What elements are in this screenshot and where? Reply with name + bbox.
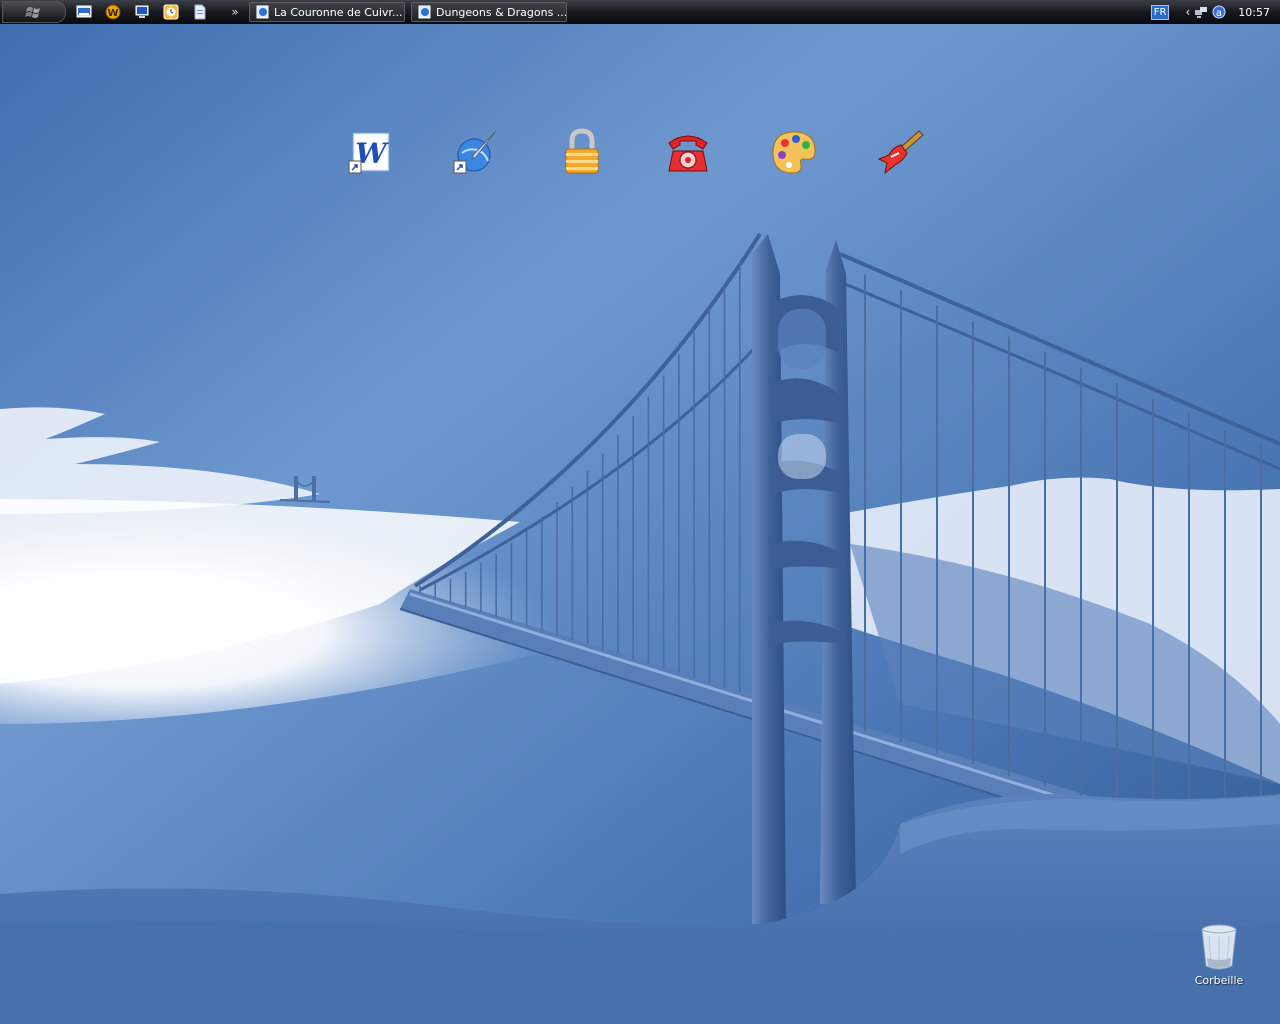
- desktop-shortcut-word[interactable]: W: [342, 124, 398, 180]
- svg-text:W: W: [107, 8, 118, 19]
- desktop-icon-padlock[interactable]: [554, 124, 610, 180]
- padlock-icon: [565, 128, 599, 174]
- start-button[interactable]: [2, 1, 66, 23]
- taskbar-button-dungeons-dragons[interactable]: Dungeons & Dragons ...: [411, 2, 567, 22]
- taskbar-clock[interactable]: 10:57: [1238, 6, 1270, 19]
- desktop-icon-recycle-bin[interactable]: Corbeille: [1190, 922, 1248, 987]
- quick-launch-my-computer[interactable]: [131, 1, 153, 23]
- word-shortcut-icon: W: [348, 132, 390, 174]
- recycle-bin-label: Corbeille: [1194, 974, 1244, 987]
- desktop-icon-palette[interactable]: [766, 124, 822, 180]
- quick-launch-more-chevron[interactable]: »: [227, 5, 243, 19]
- recycle-bin-icon: [1201, 924, 1237, 970]
- red-telephone-icon: [668, 135, 708, 172]
- tray-expand-chevron[interactable]: ‹: [1185, 5, 1190, 19]
- clock-app-icon: [163, 4, 179, 20]
- ie-page-icon: [418, 5, 431, 19]
- taskbar-button-la-couronne[interactable]: La Couronne de Cuivr...: [249, 2, 405, 22]
- desktop-icon-telephone[interactable]: [660, 124, 716, 180]
- wallpaper-golden-gate-bridge: [0, 24, 1280, 1024]
- show-desktop-icon: [76, 5, 92, 18]
- windows-flag-icon: [25, 7, 40, 18]
- svg-text:a: a: [1216, 8, 1222, 19]
- ie-page-icon: [256, 5, 269, 19]
- taskbar: W » La Couronne de Cuivr... Dungeons & D…: [0, 0, 1280, 25]
- electric-guitar-icon: [877, 130, 924, 175]
- my-computer-icon: [135, 5, 149, 18]
- document-icon: [194, 4, 206, 20]
- palette-icon: [772, 131, 816, 174]
- paint-brush-globe-shortcut-icon: [453, 130, 497, 174]
- network-icon[interactable]: [1194, 5, 1208, 19]
- task-label: Dungeons & Dragons ...: [436, 5, 567, 19]
- quick-launch-document[interactable]: [189, 1, 211, 23]
- system-tray: FR ‹ a 10:57: [1150, 0, 1280, 24]
- quick-launch-winamp[interactable]: W: [102, 1, 124, 23]
- quick-launch-show-desktop[interactable]: [73, 1, 95, 23]
- winamp-icon: W: [105, 4, 121, 20]
- antivirus-icon[interactable]: a: [1212, 5, 1226, 19]
- language-indicator[interactable]: FR: [1150, 4, 1170, 20]
- desktop-icon-guitar[interactable]: [872, 124, 928, 180]
- quick-launch-clock[interactable]: [160, 1, 182, 23]
- task-label: La Couronne de Cuivr...: [274, 5, 403, 19]
- desktop-shortcut-paint-globe[interactable]: [447, 124, 503, 180]
